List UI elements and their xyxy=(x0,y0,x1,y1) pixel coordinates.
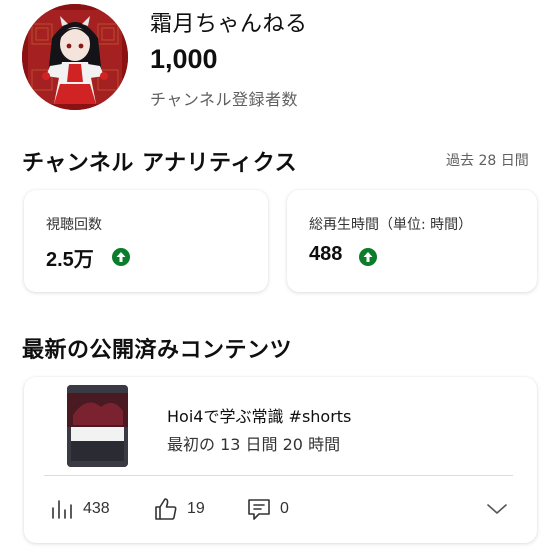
channel-header: 霜月ちゃんねる 1,000 チャンネル登録者数 xyxy=(22,4,542,116)
likes-count: 19 xyxy=(187,500,205,517)
video-title[interactable]: Hoi4で学ぶ常識 #shorts xyxy=(167,403,351,427)
subscriber-label: チャンネル登録者数 xyxy=(150,90,299,109)
views-count: 438 xyxy=(83,500,110,517)
comments-count: 0 xyxy=(280,500,289,517)
avatar-image xyxy=(22,4,128,110)
analytics-section-title: チャンネル アナリティクス xyxy=(22,151,298,176)
video-thumbnail[interactable] xyxy=(67,385,128,467)
views-metric: 438 xyxy=(49,494,110,524)
latest-content-title: 最新の公開済みコンテンツ xyxy=(22,338,293,363)
bar-chart-icon xyxy=(52,500,72,519)
trend-up-icon xyxy=(359,248,377,266)
analytics-period: 過去 28 日間 xyxy=(446,153,529,169)
subscriber-count: 1,000 xyxy=(150,44,218,74)
comments-metric: 0 xyxy=(246,494,289,524)
video-period: 最初の 13 日間 20 時間 xyxy=(167,435,341,454)
card-divider xyxy=(44,475,513,476)
trend-up-icon xyxy=(112,248,130,266)
thumbnail-image xyxy=(67,385,128,467)
watch-time-stat-value: 488 xyxy=(309,243,343,265)
channel-name: 霜月ちゃんねる xyxy=(150,12,308,37)
views-stat-value: 2.5万 xyxy=(46,249,94,271)
comment-icon xyxy=(248,499,270,520)
channel-avatar[interactable] xyxy=(22,4,128,110)
expand-button[interactable] xyxy=(485,499,509,519)
views-stat-card[interactable]: 視聴回数 2.5万 xyxy=(24,190,268,292)
watch-time-stat-card[interactable]: 総再生時間（単位: 時間） 488 xyxy=(287,190,537,292)
likes-metric: 19 xyxy=(153,494,205,524)
views-stat-label: 視聴回数 xyxy=(46,217,102,233)
watch-time-stat-label: 総再生時間（単位: 時間） xyxy=(309,217,473,233)
thumbs-up-icon xyxy=(155,498,177,520)
latest-video-card[interactable]: Hoi4で学ぶ常識 #shorts 最初の 13 日間 20 時間 438 19… xyxy=(24,377,537,543)
chevron-down-icon xyxy=(487,504,507,514)
